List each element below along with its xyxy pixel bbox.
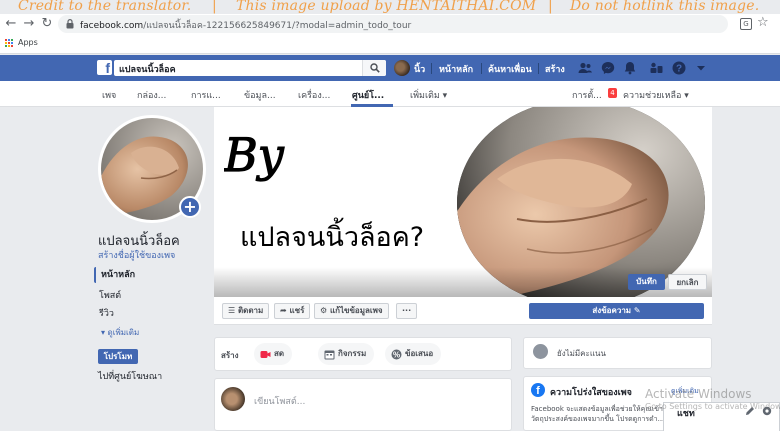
send-message-button[interactable]: ส่งข้อความ ✎ <box>529 303 704 319</box>
rating-chat-icon <box>533 344 548 359</box>
share-button[interactable]: ➦ แชร์ <box>274 303 311 319</box>
search-button[interactable] <box>362 60 386 76</box>
address-bar[interactable]: facebook.com/แปลจนนิ้วล็อค-1221566258496… <box>58 15 728 33</box>
quick-help-people-icon[interactable] <box>648 60 664 76</box>
live-video-button[interactable]: สด <box>254 343 293 365</box>
follow-button[interactable]: ☰ ติดตาม <box>222 303 270 319</box>
watermark-banner: Credit to the translator. | This image u… <box>0 0 780 16</box>
profile-avatar[interactable] <box>394 60 410 76</box>
share-arrow-icon: ➦ <box>280 306 290 315</box>
search-icon <box>370 63 380 73</box>
account-menu-chevron-icon[interactable] <box>693 60 709 76</box>
facebook-topbar: f แปลจนนิ้วล็อค นิ้ว หน้าหลัก ค้นหาเพื่อ… <box>0 55 780 81</box>
tab-help[interactable]: ความช่วยเหลือ ▾ <box>623 88 689 102</box>
facebook-round-icon: f <box>531 383 545 397</box>
gear-icon: ⚙ <box>320 306 330 315</box>
url-text: facebook.com/แปลจนนิ้วล็อค-1221566258496… <box>80 18 411 32</box>
create-event-button[interactable]: กิจกรรม <box>318 343 375 365</box>
edit-page-info-button[interactable]: ⚙ แก้ไขข้อมูลเพจ <box>314 303 389 319</box>
create-offer-button[interactable]: % ข้อเสนอ <box>385 343 442 365</box>
find-friends-link[interactable]: ค้นหาเพื่อน <box>488 62 532 76</box>
rss-icon: ☰ <box>228 306 238 315</box>
apps-grid-icon[interactable] <box>5 39 14 48</box>
sidebar-item-reviews[interactable]: รีวิว <box>94 306 208 322</box>
sidebar-item-home[interactable]: หน้าหลัก <box>94 267 208 283</box>
help-question-icon[interactable]: ? <box>671 60 687 76</box>
url-path: /แปลจนนิ้วล็อค-122156625849671/?modal=ad… <box>143 21 412 31</box>
reload-icon[interactable]: ↻ <box>39 16 55 32</box>
notifications-bell-icon[interactable] <box>622 60 638 76</box>
cover-headline: แปลจนนิ้วล็อค? <box>240 222 425 253</box>
cancel-cover-button[interactable]: ยกเลิก <box>668 274 707 290</box>
share-label: แชร์ <box>289 306 305 315</box>
calendar-icon <box>324 350 335 360</box>
search-box[interactable]: แปลจนนิ้วล็อค <box>114 60 386 76</box>
add-profile-photo-button[interactable]: + <box>179 196 201 218</box>
cover-handwritten-by: By <box>224 127 285 182</box>
watermark-credit: Credit to the translator. <box>18 0 192 14</box>
bookmark-star-icon[interactable]: ☆ <box>757 15 769 30</box>
sidebar-see-more-link[interactable]: ▾ ดูเพิ่มเติม <box>101 326 139 339</box>
live-video-icon <box>260 351 271 358</box>
home-link[interactable]: หน้าหลัก <box>439 62 473 76</box>
save-cover-button[interactable]: บันทึก <box>628 274 665 290</box>
divider <box>538 63 539 74</box>
apps-bookmark[interactable]: Apps <box>18 38 38 47</box>
browser-chrome: ← → ↻ facebook.com/แปลจนนิ้วล็อค-1221566… <box>0 14 780 54</box>
composer-avatar <box>221 387 245 411</box>
activate-windows-title: Activate Windows <box>645 387 752 401</box>
page-transparency-title: ความโปร่งใสของเพจ <box>550 388 632 398</box>
activate-windows-subtitle: Go to Settings to activate Windows. <box>645 402 780 411</box>
tab-ad-center[interactable]: ศูนย์โ... <box>352 88 384 102</box>
tab-notifications[interactable]: การแ... <box>191 88 221 102</box>
create-username-link[interactable]: สร้างชื่อผู้ใช้ของเพจ <box>98 248 175 262</box>
translate-icon[interactable]: G <box>740 18 752 30</box>
facebook-logo-icon[interactable]: f <box>97 60 112 76</box>
divider <box>481 63 482 74</box>
tab-more[interactable]: เพิ่มเติม ▾ <box>410 88 447 102</box>
url-host: facebook.com <box>80 21 144 31</box>
watermark-hotlink: Do not hotlink this image. <box>570 0 760 14</box>
tab-inbox[interactable]: กล่อง... <box>137 88 166 102</box>
lock-icon <box>66 19 74 29</box>
sidebar-item-posts[interactable]: โพสต์ <box>94 288 208 304</box>
cover-by-text: By <box>224 128 285 182</box>
watermark-upload: This image upload by HENTAITHAI.COM <box>236 0 537 14</box>
search-input[interactable]: แปลจนนิ้วล็อค <box>119 62 176 76</box>
friend-requests-icon[interactable] <box>577 60 593 76</box>
tab-publishing-tools[interactable]: เครื่อง... <box>298 88 330 102</box>
svg-text:%: % <box>393 350 400 359</box>
tab-insights[interactable]: ข้อมูล... <box>244 88 276 102</box>
back-icon[interactable]: ← <box>3 16 19 32</box>
live-label: สด <box>274 349 285 358</box>
page-admin-nav: เพจ กล่อง... การแ... ข้อมูล... เครื่อง..… <box>0 81 780 107</box>
messenger-icon[interactable] <box>600 60 616 76</box>
profile-link[interactable]: นิ้ว <box>414 62 425 76</box>
create-label: สร้าง <box>221 351 239 360</box>
create-link[interactable]: สร้าง <box>545 62 565 76</box>
pencil-icon: ✎ <box>631 306 641 315</box>
watermark-separator: | <box>548 0 553 14</box>
promote-button[interactable]: โปรโมท <box>98 349 138 364</box>
offer-tag-icon: % <box>391 349 402 360</box>
no-rating-text: ยังไม่มีคะแนน <box>557 349 606 358</box>
more-options-button[interactable]: ··· <box>396 303 418 319</box>
rating-card <box>523 337 712 369</box>
go-to-ad-center-link[interactable]: ไปที่ศูนย์โฆษณา <box>98 369 162 383</box>
divider <box>431 63 432 74</box>
settings-badge: 4 <box>608 88 617 98</box>
follow-label: ติดตาม <box>237 306 264 315</box>
forward-icon[interactable]: → <box>21 16 37 32</box>
cover-photo[interactable]: By แปลจนนิ้วล็อค? <box>214 107 712 297</box>
send-message-label: ส่งข้อความ <box>592 306 632 315</box>
watermark-separator: | <box>212 0 217 14</box>
tab-page[interactable]: เพจ <box>102 88 116 102</box>
write-post-input[interactable]: เขียนโพสต์... <box>254 394 305 408</box>
svg-text:?: ? <box>676 64 682 75</box>
offer-label: ข้อเสนอ <box>405 349 434 358</box>
tab-settings[interactable]: การตั้... <box>572 88 602 102</box>
edit-page-info-label: แก้ไขข้อมูลเพจ <box>329 306 383 315</box>
event-label: กิจกรรม <box>338 349 367 358</box>
